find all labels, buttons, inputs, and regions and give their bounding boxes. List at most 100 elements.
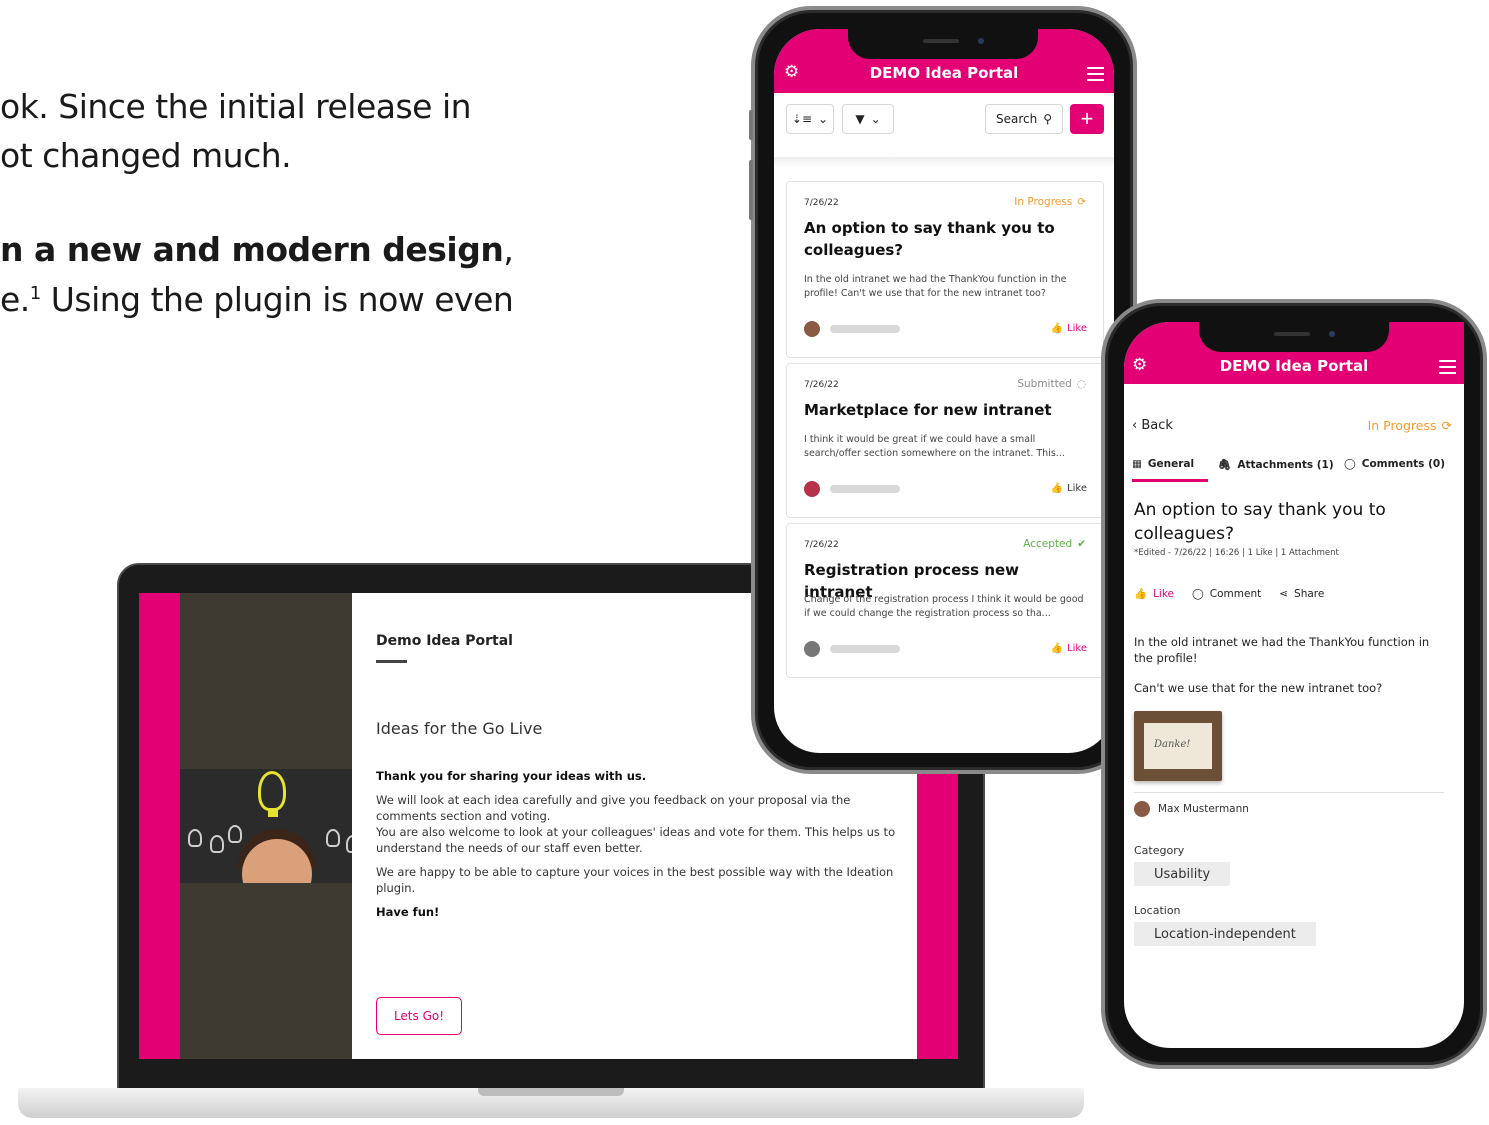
- avatar: [804, 321, 820, 337]
- add-idea-button[interactable]: +: [1070, 104, 1104, 134]
- status-badge: Accepted ✔: [1023, 538, 1086, 550]
- menu-icon[interactable]: [1087, 67, 1104, 85]
- phone-list-screen: ⚙ DEMO Idea Portal ⇣≡ ⌄ ▼ ⌄ Search ⚲ + 7/2…: [774, 29, 1114, 753]
- tab-label: Comments (0): [1361, 458, 1445, 470]
- status-label: Submitted: [1017, 378, 1072, 390]
- phone-detail-screen: ⚙ DEMO Idea Portal ‹ Back In Progress ⟳ ▦…: [1124, 322, 1464, 1048]
- like-button[interactable]: 👍 Like: [1134, 587, 1175, 601]
- idea-card[interactable]: 7/26/22 Accepted ✔ Registration process n…: [786, 523, 1104, 678]
- status-badge: In Progress ⟳: [1368, 418, 1452, 433]
- idea-body: In the old intranet we had the ThankYou …: [1134, 635, 1430, 665]
- comment-icon: ◯: [1192, 587, 1204, 600]
- attachment-thumbnail[interactable]: Danke!: [1134, 711, 1222, 781]
- sort-button[interactable]: ⇣≡ ⌄: [786, 104, 834, 134]
- idea-author: [804, 321, 914, 337]
- back-button[interactable]: ‹ Back: [1132, 418, 1173, 433]
- idea-author: [804, 641, 914, 657]
- thumbs-up-icon: 👍: [1050, 323, 1064, 334]
- thumbs-up-icon: 👍: [1134, 588, 1148, 600]
- phone-detail: ⚙ DEMO Idea Portal ‹ Back In Progress ⟳ ▦…: [1101, 299, 1487, 1069]
- like-label: Like: [1067, 483, 1087, 494]
- intro-line-2: ot changed much.: [0, 136, 292, 175]
- share-button[interactable]: ⋖ Share: [1279, 588, 1324, 600]
- filter-button[interactable]: ▼ ⌄: [842, 104, 894, 134]
- like-button[interactable]: 👍 Like: [1051, 643, 1087, 654]
- list-toolbar: ⇣≡ ⌄ ▼ ⌄ Search ⚲ +: [774, 104, 1114, 176]
- idea-author: Max Mustermann: [1134, 801, 1249, 817]
- phone-notch: [848, 25, 1038, 59]
- tab-attachments[interactable]: 🖇 Attachments (1): [1218, 458, 1334, 472]
- author-name-blurred: [830, 485, 900, 493]
- footnote-marker: 1: [29, 283, 41, 304]
- intro-line-1: ok. Since the initial release in: [0, 87, 472, 126]
- location-label: Location: [1134, 904, 1181, 917]
- author-name-blurred: [830, 325, 900, 333]
- lightbulb-base: [268, 809, 278, 817]
- like-button[interactable]: 👍 Like: [1051, 323, 1087, 334]
- bulb-doodle: [188, 829, 202, 847]
- check-circle-icon: ◌: [1076, 378, 1086, 390]
- avatar: [804, 641, 820, 657]
- in-progress-icon: ⟳: [1441, 418, 1452, 433]
- thumbs-up-outline-icon: 👍: [1050, 483, 1064, 494]
- app-title: DEMO Idea Portal: [1219, 357, 1369, 375]
- phone-speaker: [923, 39, 959, 43]
- like-button[interactable]: 👍 Like: [1051, 483, 1087, 494]
- note-card: Danke!: [1144, 723, 1212, 769]
- phone-list: ⚙ DEMO Idea Portal ⇣≡ ⌄ ▼ ⌄ Search ⚲ + 7/2…: [749, 6, 1137, 774]
- like-label: Like: [1153, 587, 1175, 600]
- idea-body: Can't we use that for the new intranet t…: [1134, 681, 1383, 695]
- chevron-left-icon: ‹: [1132, 418, 1142, 433]
- pink-accent-right: [917, 769, 958, 1059]
- search-button[interactable]: Search ⚲: [985, 104, 1063, 134]
- toolbar-shadow: [774, 157, 1114, 167]
- bulb-doodle: [210, 835, 224, 853]
- welcome-have-fun: Have fun!: [376, 905, 440, 919]
- intro-line-3-tail: ,: [503, 230, 514, 269]
- share-label: Share: [1294, 587, 1325, 600]
- status-label: In Progress: [1014, 196, 1073, 208]
- detail-tabs: ▦ General 🖇 Attachments (1) ◯ Comments (0): [1132, 458, 1462, 484]
- idea-date: 7/26/22: [804, 380, 839, 390]
- intro-line-4-post: Using the plugin is now even: [40, 280, 514, 319]
- paperclip-icon: 🖇: [1218, 459, 1232, 471]
- sort-icon: ⇣≡: [791, 112, 813, 126]
- laptop-notch: [478, 1088, 624, 1096]
- idea-card[interactable]: 7/26/22 In Progress ⟳ An option to say th…: [786, 181, 1104, 358]
- tab-label: General: [1147, 458, 1195, 470]
- like-label: Like: [1067, 323, 1087, 334]
- intro-line-3: n a new and modern design,: [0, 225, 514, 274]
- note-handwriting: Danke!: [1154, 739, 1191, 750]
- in-progress-icon: ⟳: [1077, 196, 1086, 208]
- phone-side-button: [749, 160, 753, 220]
- tab-general[interactable]: ▦ General: [1132, 458, 1194, 470]
- menu-icon[interactable]: [1439, 360, 1456, 378]
- status-badge: In Progress ⟳: [1014, 196, 1086, 208]
- back-label: Back: [1141, 418, 1173, 433]
- phone-side-button: [749, 110, 753, 140]
- active-tab-indicator: [1132, 479, 1208, 482]
- welcome-body: Thank you for sharing your ideas with us…: [376, 768, 896, 928]
- tab-comments[interactable]: ◯ Comments (0): [1344, 458, 1445, 470]
- author-name: Max Mustermann: [1158, 803, 1249, 815]
- idea-card[interactable]: 7/26/22 Submitted ◌ Marketplace for new i…: [786, 363, 1104, 518]
- portal-title: Demo Idea Portal: [376, 633, 513, 649]
- intro-line-4-pre: e.: [0, 280, 30, 319]
- avatar: [1134, 801, 1150, 817]
- idea-title: An option to say thank you to colleagues…: [804, 219, 1055, 259]
- idea-excerpt: I think it would be great if we could ha…: [804, 434, 1065, 459]
- share-icon: ⋖: [1279, 587, 1289, 600]
- comment-button[interactable]: ◯ Comment: [1192, 588, 1261, 600]
- comment-icon: ◯: [1344, 458, 1356, 470]
- lets-go-button[interactable]: Lets Go!: [376, 997, 462, 1035]
- status-label: Accepted: [1023, 538, 1073, 550]
- author-name-blurred: [830, 645, 900, 653]
- idea-meta: *Edited - 7/26/22 | 16:26 | 1 Like | 1 A…: [1134, 548, 1339, 558]
- idea-date: 7/26/22: [804, 540, 839, 550]
- idea-author: [804, 481, 914, 497]
- phone-notch: [1199, 318, 1389, 352]
- title-underline: [376, 660, 407, 663]
- tab-label: Attachments (1): [1237, 458, 1334, 471]
- idea-excerpt: Change of the registration process I thi…: [804, 594, 1084, 619]
- welcome-subtitle: Ideas for the Go Live: [376, 719, 543, 738]
